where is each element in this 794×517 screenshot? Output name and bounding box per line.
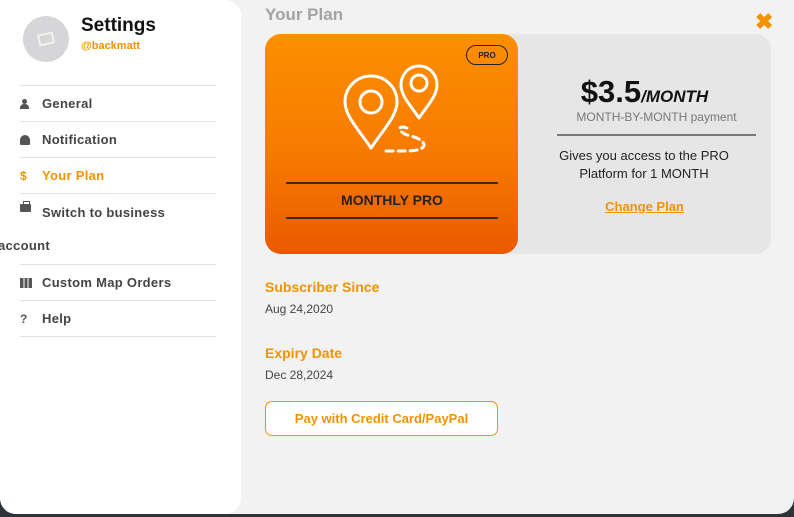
avatar[interactable] xyxy=(23,16,69,62)
page-title: Your Plan xyxy=(265,5,344,24)
sidebar-item-label: General xyxy=(42,96,93,111)
price: $3.5/MONTH xyxy=(518,74,771,110)
settings-nav: General Notification $ Your Plan Switch … xyxy=(0,85,216,337)
sidebar-item-help[interactable]: ? Help xyxy=(20,300,216,336)
map-icon xyxy=(20,277,42,288)
close-icon[interactable]: ✖ xyxy=(755,11,773,33)
user-icon xyxy=(20,98,42,109)
expiry-date-value: Dec 28,2024 xyxy=(265,368,334,382)
question-icon: ? xyxy=(20,311,28,326)
sidebar-item-label-line2: account xyxy=(0,237,50,253)
map-pins-icon xyxy=(343,64,439,153)
username: @backmatt xyxy=(81,40,141,52)
sidebar-item-switch-to-business[interactable]: Switch to business account xyxy=(0,193,216,264)
dollar-icon: $ xyxy=(20,168,27,183)
billing-cycle: MONTH-BY-MONTH payment xyxy=(576,110,737,124)
image-placeholder-icon xyxy=(36,31,56,47)
price-period: /MONTH xyxy=(641,87,709,106)
price-amount: $3.5 xyxy=(580,74,642,109)
sidebar-item-custom-map-orders[interactable]: Custom Map Orders xyxy=(20,264,216,300)
settings-modal: Settings @backmatt General Notification … xyxy=(0,0,794,514)
plan-hero: PRO MONTHLY PRO xyxy=(265,34,518,254)
pay-button[interactable]: Pay with Credit Card/PayPal xyxy=(265,401,498,436)
divider xyxy=(557,134,756,136)
divider xyxy=(286,217,498,219)
sidebar-item-notification[interactable]: Notification xyxy=(20,121,216,157)
sidebar-item-label: Notification xyxy=(42,132,118,147)
sidebar-item-label: Your Plan xyxy=(42,168,105,183)
briefcase-icon xyxy=(20,201,42,212)
change-plan-link[interactable]: Change Plan xyxy=(518,199,771,214)
sidebar-item-label: Help xyxy=(42,311,72,326)
plan-description: Gives you access to the PRO Platform for… xyxy=(559,148,729,181)
sidebar-item-your-plan[interactable]: $ Your Plan xyxy=(20,157,216,193)
sidebar: Settings @backmatt General Notification … xyxy=(0,0,241,514)
sidebar-item-label: Switch to business xyxy=(42,205,166,220)
plan-name: MONTHLY PRO xyxy=(341,192,443,208)
expiry-date-label: Expiry Date xyxy=(265,345,343,361)
subscriber-since-label: Subscriber Since xyxy=(265,279,380,295)
pro-badge: PRO xyxy=(466,45,508,65)
plan-card: PRO MONTHLY PRO $3.5/MONTH MONTH-BY-MONT… xyxy=(265,34,771,254)
nav-divider xyxy=(20,336,216,337)
sidebar-item-general[interactable]: General xyxy=(20,85,216,121)
divider xyxy=(286,182,498,184)
bell-icon xyxy=(20,134,42,145)
sidebar-item-label: Custom Map Orders xyxy=(42,275,172,290)
subscriber-since-value: Aug 24,2020 xyxy=(265,302,334,316)
sidebar-title: Settings xyxy=(81,15,156,36)
